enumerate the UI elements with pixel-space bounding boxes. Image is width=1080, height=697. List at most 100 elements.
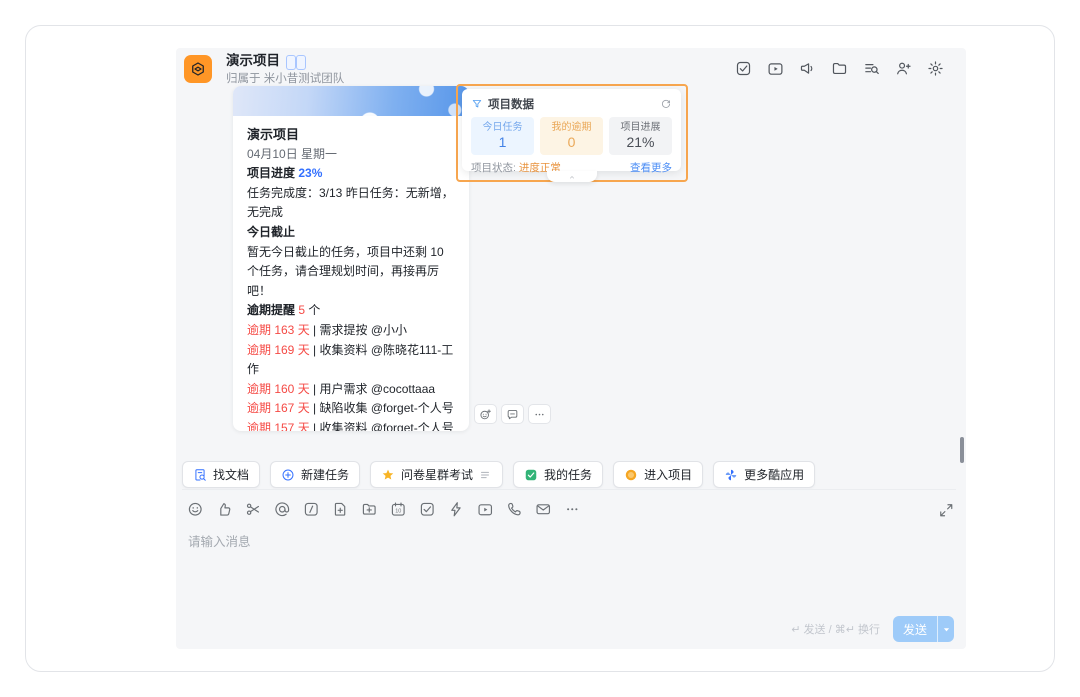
screenshot-button[interactable] xyxy=(245,501,262,518)
overdue-item: 逾期 163 天 | 需求提按 @小小 xyxy=(247,322,408,337)
file-plus-icon xyxy=(332,501,349,518)
caret-down-icon xyxy=(942,625,951,634)
project-logo-icon xyxy=(189,60,207,78)
pill-label: 更多酷应用 xyxy=(744,468,805,482)
tasks-button[interactable] xyxy=(735,60,752,77)
card-banner-image xyxy=(233,86,469,116)
pill-label: 新建任务 xyxy=(301,468,350,482)
task-check-icon xyxy=(735,60,752,77)
zap-icon xyxy=(448,501,465,518)
deadline-text: 暂无今日截止的任务，项目中还剩 10 个任务，请合理规划时间，再接再厉吧！ xyxy=(247,244,444,298)
more-apps-button[interactable]: 更多酷应用 xyxy=(713,461,816,488)
message-actions xyxy=(474,404,551,424)
scrollbar-thumb[interactable] xyxy=(960,437,964,463)
chat-title: 演示项目 xyxy=(226,53,280,69)
composer-toolbar xyxy=(187,501,581,518)
enter-project-button[interactable]: 进入项目 xyxy=(613,461,704,488)
folder-plus-icon xyxy=(361,501,378,518)
thumbs-up-button[interactable] xyxy=(216,501,233,518)
emoji-button[interactable] xyxy=(187,501,204,518)
chat-subtitle: 归属于 米小昔测试团队 xyxy=(226,73,345,85)
scissors-icon xyxy=(245,501,262,518)
expand-icon xyxy=(938,502,955,519)
settings-button[interactable] xyxy=(927,60,944,77)
add-reaction-button[interactable] xyxy=(474,404,497,424)
badge-list xyxy=(286,53,306,70)
calendar-button[interactable] xyxy=(390,501,407,518)
folder-icon xyxy=(831,60,848,77)
data-panel-title: 项目数据 xyxy=(488,99,534,111)
pill-label: 进入项目 xyxy=(644,468,693,482)
card-title: 演示项目 xyxy=(247,127,300,142)
header-actions xyxy=(735,53,956,77)
comment-button[interactable] xyxy=(501,404,524,424)
announcement-button[interactable] xyxy=(799,60,816,77)
chat-search-button[interactable] xyxy=(863,60,880,77)
pill-label: 找文档 xyxy=(213,468,250,482)
send-options-caret[interactable] xyxy=(937,616,954,642)
thumb-icon xyxy=(216,501,233,518)
find-docs-button[interactable]: 找文档 xyxy=(182,461,261,488)
star-icon xyxy=(381,468,395,482)
project-avatar[interactable] xyxy=(184,55,212,83)
mail-icon xyxy=(535,501,552,518)
video-icon xyxy=(477,501,494,518)
deadline-title: 今日截止 xyxy=(247,224,296,239)
create-task-button[interactable] xyxy=(419,501,436,518)
doc-search-icon xyxy=(193,468,207,482)
emoji-icon xyxy=(187,501,204,518)
collapse-panel-button[interactable] xyxy=(547,171,597,182)
mention-button[interactable] xyxy=(274,501,291,518)
message-more-button[interactable] xyxy=(528,404,551,424)
send-file-button[interactable] xyxy=(361,501,378,518)
buzz-button[interactable] xyxy=(448,501,465,518)
video-call-button[interactable] xyxy=(477,501,494,518)
stat-progress: 项目进展 21% xyxy=(609,117,672,155)
status-label: 项目状态: xyxy=(471,162,516,174)
stat-my-overdue: 我的逾期 0 xyxy=(540,117,603,155)
coin-icon xyxy=(624,468,638,482)
pinwheel-icon xyxy=(724,468,738,482)
task-check-icon xyxy=(419,501,436,518)
overdue-title: 逾期提醒 xyxy=(247,303,296,318)
overdue-item: 逾期 169 天 | 收集资料 @陈晓花111-工作 xyxy=(247,342,454,377)
send-button[interactable]: 发送 xyxy=(892,616,954,642)
refresh-button[interactable] xyxy=(660,98,672,110)
card-date: 04月10日 星期一 xyxy=(247,146,338,161)
pill-menu-icon[interactable] xyxy=(478,468,492,482)
progress-label: 项目进度 xyxy=(247,166,296,181)
toolbar-more-button[interactable] xyxy=(564,501,581,518)
message-input[interactable]: 请输入消息 xyxy=(182,531,956,550)
files-button[interactable] xyxy=(831,60,848,77)
calendar-icon xyxy=(390,501,407,518)
stat-today-tasks: 今日任务 1 xyxy=(471,117,534,155)
pill-label: 我的任务 xyxy=(544,468,593,482)
new-doc-button[interactable] xyxy=(332,501,349,518)
view-more-link[interactable]: 查看更多 xyxy=(630,160,672,175)
project-report-card: 演示项目 04月10日 星期一 项目进度 23% 任务完成度：3/13 昨日任务… xyxy=(233,86,469,431)
more-icon xyxy=(533,408,546,421)
voice-call-button[interactable] xyxy=(506,501,523,518)
command-button[interactable] xyxy=(303,501,320,518)
completion-line: 任务完成度：3/13 昨日任务：无新增，无完成 xyxy=(247,185,454,220)
funnel-icon xyxy=(471,98,483,110)
my-tasks-button[interactable]: 我的任务 xyxy=(513,461,604,488)
survey-exam-button[interactable]: 问卷星群考试 xyxy=(370,461,504,488)
phone-icon xyxy=(506,501,523,518)
composer: 请输入消息 xyxy=(182,489,956,550)
slash-icon xyxy=(303,501,320,518)
video-icon xyxy=(767,60,784,77)
email-button[interactable] xyxy=(535,501,552,518)
more-icon xyxy=(564,501,581,518)
overdue-item: 逾期 160 天 | 用户需求 @cocottaaa xyxy=(247,381,436,396)
new-task-button[interactable]: 新建任务 xyxy=(270,461,361,488)
expand-composer-button[interactable] xyxy=(938,502,955,519)
overdue-item: 逾期 167 天 | 缺陷收集 @forget-个人号 xyxy=(247,401,454,416)
stats-row: 今日任务 1 我的逾期 0 项目进展 21% xyxy=(471,117,672,155)
video-meeting-button[interactable] xyxy=(767,60,784,77)
add-member-button[interactable] xyxy=(895,60,912,77)
overdue-item: 逾期 157 天 | 收集资料 @forget-个人号 xyxy=(247,420,454,431)
user-plus-icon xyxy=(895,60,912,77)
check-green-icon xyxy=(524,468,538,482)
badge-project xyxy=(296,55,306,70)
